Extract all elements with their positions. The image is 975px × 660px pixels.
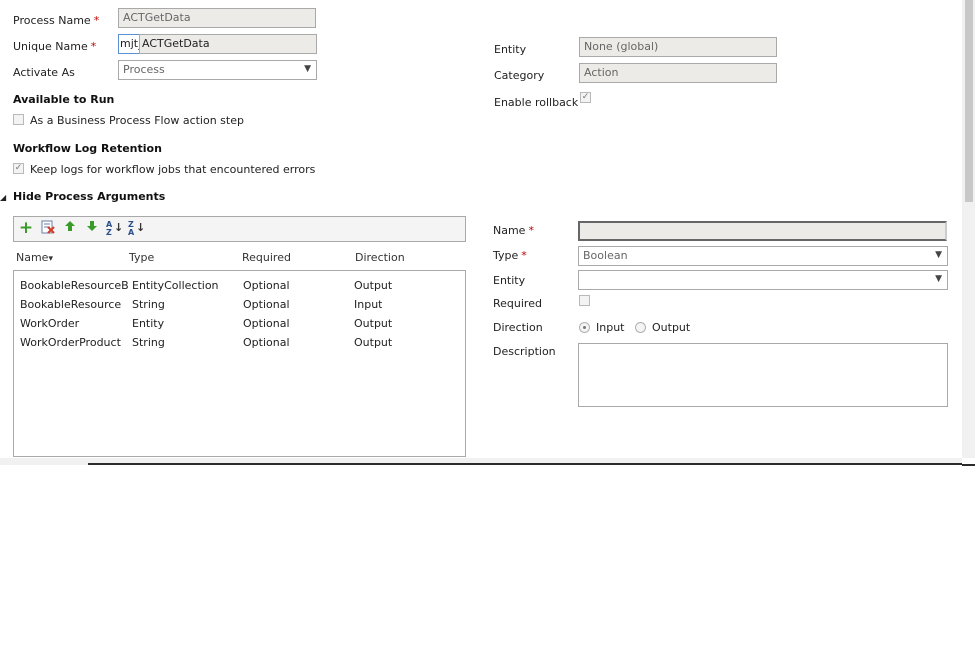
direction-output-label: Output [652, 321, 691, 334]
row-name: WorkOrder [20, 317, 80, 330]
dropdown-arrow-icon: ▼ [304, 64, 311, 74]
direction-output-radio[interactable] [635, 322, 646, 333]
row-required: Optional [243, 336, 290, 349]
add-argument-icon[interactable]: + [18, 220, 34, 237]
direction-input-label: Input [596, 321, 625, 334]
unique-name-group: mjt_ ACTGetData [118, 34, 317, 54]
bpf-action-label: As a Business Process Flow action step [30, 114, 244, 127]
argument-type-value: Boolean [583, 249, 628, 262]
dropdown-arrow-icon: ▼ [935, 250, 942, 260]
arrow-up-icon [65, 221, 75, 231]
move-down-icon[interactable] [84, 220, 100, 236]
unique-name-label: Unique Name * [13, 40, 97, 53]
table-row[interactable]: BookableResourceB... EntityCollection Op… [14, 276, 465, 295]
category-label: Category [494, 69, 545, 82]
log-retention-heading: Workflow Log Retention [13, 142, 162, 155]
required-marker: * [93, 14, 100, 27]
row-direction: Output [354, 317, 393, 330]
row-type: EntityCollection [132, 279, 219, 292]
required-marker: * [528, 224, 534, 237]
horizontal-scrollbar[interactable] [0, 458, 962, 465]
direction-input-radio[interactable] [579, 322, 590, 333]
activate-as-label: Activate As [13, 66, 75, 79]
sort-descending-icon[interactable]: Z A ↓ [127, 220, 146, 237]
horizontal-scrollbar-thumb[interactable] [88, 463, 962, 465]
row-direction: Input [354, 298, 383, 311]
hide-process-arguments-toggle[interactable]: Hide Process Arguments [13, 190, 165, 203]
available-to-run-heading: Available to Run [13, 93, 115, 106]
column-header-direction[interactable]: Direction [355, 251, 405, 264]
argument-description-label: Description [493, 345, 556, 358]
keep-logs-label: Keep logs for workflow jobs that encount… [30, 163, 316, 176]
arguments-grid: BookableResourceB... EntityCollection Op… [13, 270, 466, 457]
vertical-scrollbar-thumb[interactable] [965, 0, 973, 202]
sort-asc-arrow: ↓ [114, 221, 124, 234]
entity-label: Entity [494, 43, 527, 56]
arguments-toolbar: + A Z ↓ Z A ↓ [13, 216, 466, 242]
row-required: Optional [243, 317, 290, 330]
argument-name-label: Name * [493, 224, 534, 237]
argument-type-select[interactable]: Boolean ▼ [578, 246, 948, 266]
column-header-name[interactable]: Name▾ [16, 251, 53, 264]
sort-desc-arrow: ↓ [136, 221, 146, 234]
row-type: String [132, 336, 165, 349]
row-type: Entity [132, 317, 165, 330]
row-type: String [132, 298, 165, 311]
row-name: BookableResourceB... [20, 279, 128, 292]
arrow-down-icon [87, 221, 97, 231]
keep-logs-checkbox[interactable]: ✓ [13, 163, 24, 174]
row-direction: Output [354, 336, 393, 349]
argument-entity-select[interactable]: ▼ [578, 270, 948, 290]
argument-entity-label: Entity [493, 274, 526, 287]
column-header-type[interactable]: Type [129, 251, 154, 264]
enable-rollback-label: Enable rollback [494, 96, 579, 109]
unique-name-prefix: mjt_ [118, 34, 140, 54]
entity-field: None (global) [579, 37, 777, 57]
table-row[interactable]: WorkOrderProduct String Optional Output [14, 333, 465, 352]
table-row[interactable]: WorkOrder Entity Optional Output [14, 314, 465, 333]
required-marker: * [90, 40, 97, 53]
row-required: Optional [243, 279, 290, 292]
bpf-action-checkbox[interactable] [13, 114, 24, 125]
activate-as-select[interactable]: Process ▼ [118, 60, 317, 80]
argument-required-label: Required [493, 297, 542, 310]
argument-required-checkbox[interactable] [579, 295, 590, 306]
sort-indicator-icon: ▾ [48, 254, 53, 264]
dropdown-arrow-icon: ▼ [935, 274, 942, 284]
table-row[interactable]: BookableResource String Optional Input [14, 295, 465, 314]
argument-type-label: Type * [493, 249, 527, 262]
row-name: BookableResource [20, 298, 122, 311]
sort-asc-bottom-letter: Z [106, 228, 112, 237]
process-name-label: Process Name * [13, 14, 100, 27]
argument-description-textarea[interactable] [578, 343, 948, 407]
enable-rollback-checkbox[interactable]: ✓ [580, 92, 591, 103]
required-marker: * [521, 249, 527, 262]
frame-edge [962, 464, 975, 466]
sort-desc-bottom-letter: A [128, 228, 135, 237]
row-name: WorkOrderProduct [20, 336, 121, 349]
vertical-scrollbar[interactable] [962, 0, 975, 458]
category-field: Action [579, 63, 777, 83]
row-required: Optional [243, 298, 290, 311]
activate-as-value: Process [123, 63, 165, 76]
sort-ascending-icon[interactable]: A Z ↓ [105, 220, 124, 237]
process-name-field: ACTGetData [118, 8, 316, 28]
column-header-required[interactable]: Required [242, 251, 291, 264]
remove-argument-icon[interactable] [40, 220, 56, 236]
move-up-icon[interactable] [62, 220, 78, 236]
argument-direction-label: Direction [493, 321, 543, 334]
argument-name-input[interactable] [578, 221, 947, 241]
row-direction: Output [354, 279, 393, 292]
unique-name-input[interactable]: ACTGetData [139, 34, 317, 54]
remove-document-icon [41, 220, 55, 234]
collapse-arrow-icon[interactable]: ◢ [0, 194, 6, 202]
